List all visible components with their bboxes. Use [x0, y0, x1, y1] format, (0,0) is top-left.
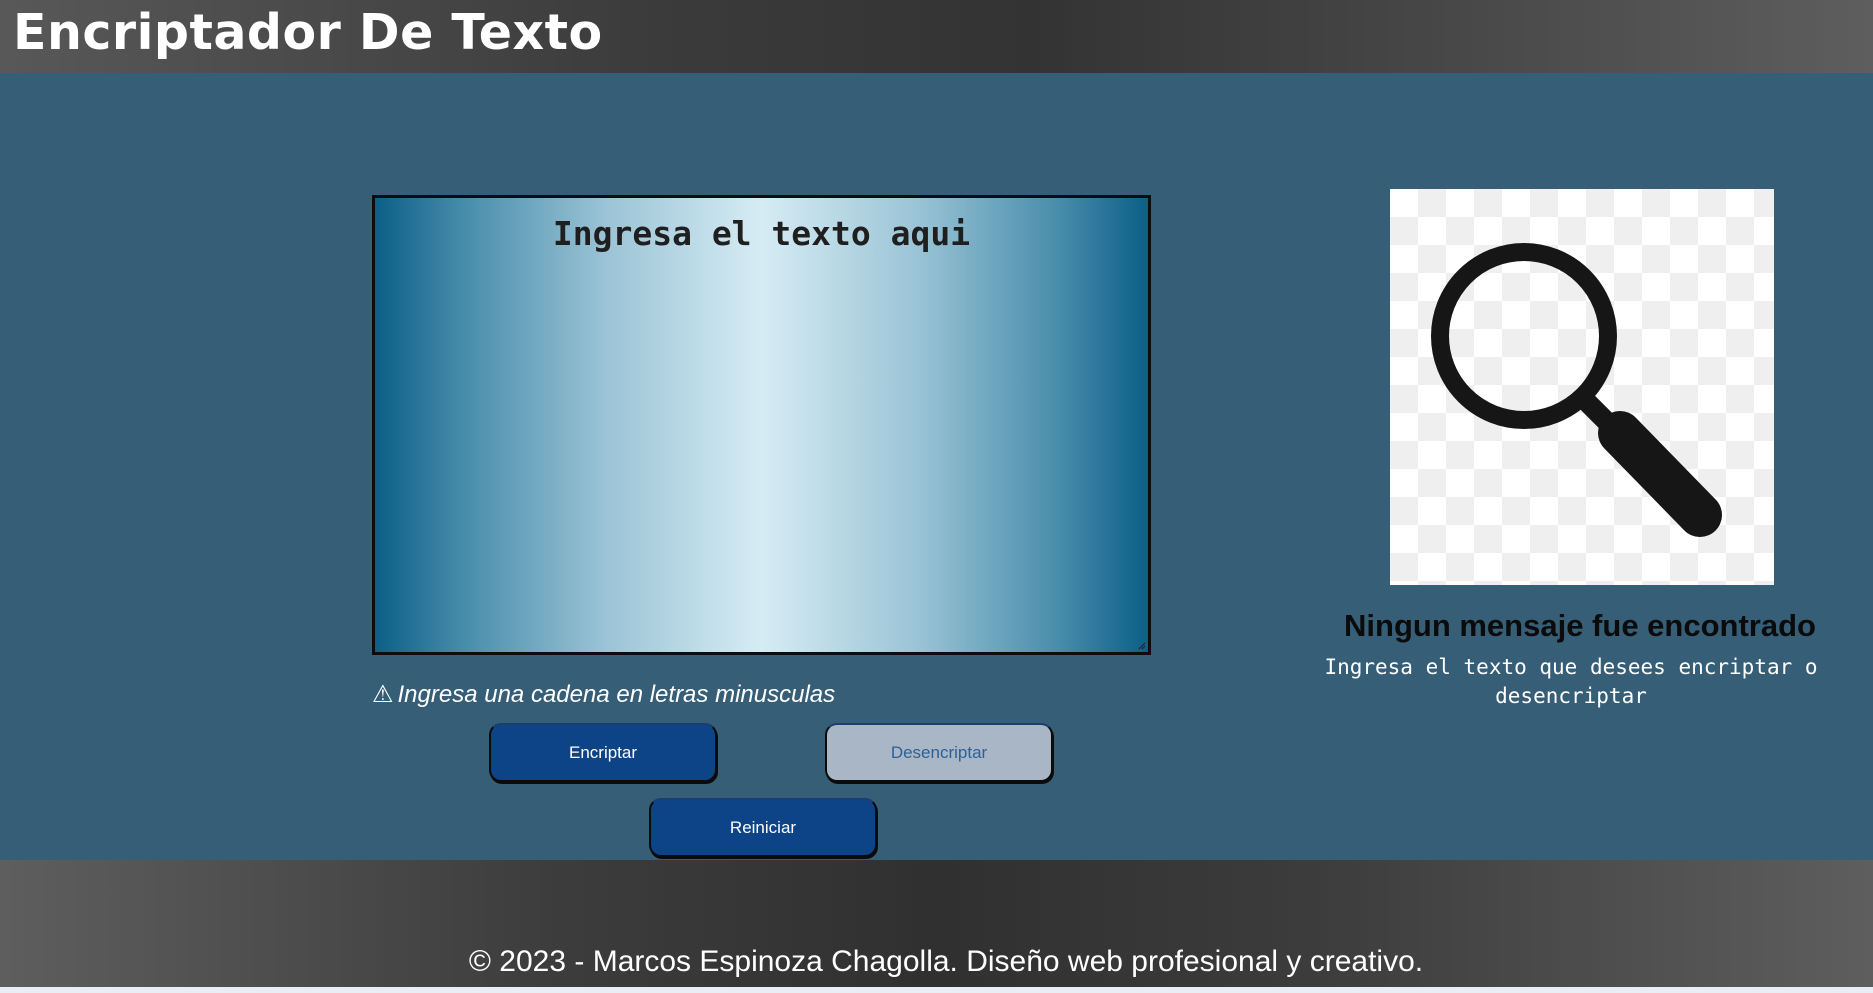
- decrypt-button[interactable]: Desencriptar: [825, 723, 1053, 782]
- header: Encriptador De Texto: [0, 0, 1873, 73]
- result-title: Ningun mensaje fue encontrado: [1344, 608, 1816, 643]
- no-result-illustration: [1390, 189, 1774, 585]
- page-title: Encriptador De Texto: [13, 4, 603, 61]
- page: Encriptador De Texto ⚠Ingresa una cadena…: [0, 0, 1873, 993]
- warning-triangle-icon: ⚠: [372, 681, 394, 708]
- reset-button[interactable]: Reiniciar: [649, 798, 877, 857]
- encrypt-button-label: Encriptar: [568, 742, 638, 762]
- magnifying-glass-icon: [1431, 243, 1722, 537]
- resize-handle-icon[interactable]: [1136, 640, 1146, 650]
- text-input[interactable]: [375, 198, 1148, 652]
- main-content: ⚠Ingresa una cadena en letras minusculas…: [0, 73, 1873, 915]
- decrypt-button-label: Desencriptar: [890, 742, 988, 762]
- warning-message: ⚠ Ingresa una cadena en letras minusculas: [372, 680, 835, 709]
- encrypt-button[interactable]: Encriptar: [489, 723, 717, 782]
- footer: © 2023 - Marcos Espinoza Chagolla. Diseñ…: [0, 860, 1873, 987]
- text-input-container: [372, 195, 1151, 655]
- reset-button-label: Reiniciar: [729, 817, 797, 837]
- footer-copyright: © 2023 - Marcos Espinoza Chagolla. Diseñ…: [468, 945, 1424, 978]
- result-description: Ingresa el texto que desees encriptar o …: [1324, 655, 1818, 708]
- warning-text: Ingresa una cadena en letras minusculas: [397, 681, 836, 708]
